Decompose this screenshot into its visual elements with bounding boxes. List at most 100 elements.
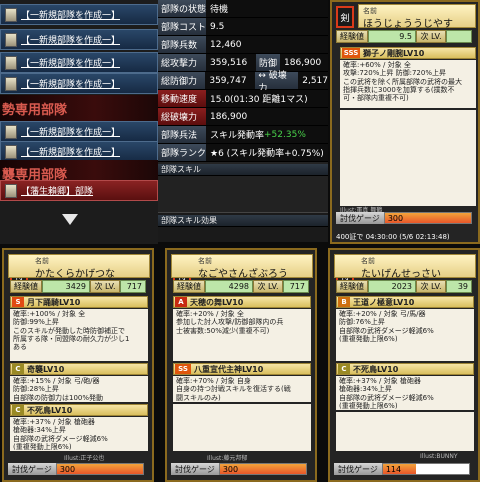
slot-icon (5, 144, 17, 159)
warlord-name: かたくらかげつな (35, 269, 115, 280)
slot-label[interactable]: 【一新規部隊を作成一】 (21, 125, 120, 138)
create-unit-slot[interactable]: 【一新規部隊を作成一】 (0, 4, 158, 25)
skill-rate-value: +52.35% (264, 129, 306, 140)
skill-title: C 奇襲LV10 (10, 363, 148, 375)
warlord-card[interactable]: 特 名前 かたくらかげつな 経験値 3429 次 LV. 717 S月下踊騎LV… (2, 248, 154, 482)
create-unit-slot[interactable]: 【一新規部隊を作成一】 (0, 29, 158, 50)
stat-label: 部隊兵数 (158, 36, 206, 53)
warlord-name: たいげんせっさい (361, 269, 441, 280)
gauge-bar: 114 (381, 463, 470, 475)
stat-value: 9.5 (206, 18, 328, 35)
slot-icon (5, 32, 17, 47)
unit-skill-effect-area: 部隊スキル効果 (158, 212, 328, 242)
stat-label: 総破壊力 (158, 108, 206, 125)
exp-row: 経験値 2023 次 LV. 39 (336, 280, 472, 293)
slot-icon (5, 76, 17, 91)
next-lv-label: 次 LV. (416, 280, 446, 293)
skill-slot-empty (336, 412, 474, 451)
card-emblem-icon: 剣 (336, 6, 354, 28)
raid-gauge: 討伐ゲージ 300 (171, 463, 307, 475)
slot-label[interactable]: 【一新規部隊を作成一】 (21, 77, 120, 90)
skill-description: 確率:+100% / 対象 全 防御:99%上昇 このスキルが発動した時防御補正… (10, 309, 148, 361)
skill-description: 確率:+20% / 対象 弓/馬/器 防御:76%上昇 自部隊の武将ダメージ軽減… (336, 309, 474, 361)
stat-label: 部隊の状態 (158, 0, 206, 17)
gauge-label: 討伐ゲージ (8, 463, 56, 475)
skill-description: 確率:+70% / 対象 自身 自身の持つ討戦スキルを復活する(戦 闘スキルのみ… (173, 376, 311, 402)
skill-description: 確率:+20% / 対象 全 参加した討人攻撃/防御部隊内の兵 士被害数:50%… (173, 309, 311, 361)
stat-label: 移動速度 (158, 90, 206, 107)
slot-label[interactable]: 【一新規部隊を作成一】 (21, 145, 120, 158)
create-unit-slot[interactable]: 【一新規部隊を作成一】 (0, 121, 158, 142)
skill-rank-badge: S (12, 297, 24, 307)
skill-title: C 不死鳥LV10 (336, 363, 474, 375)
skill-description: 確率:+37% / 対象 槍砲器 槍砲器:34%上昇 自部隊の武将ダメージ軽減6… (10, 417, 148, 451)
skill-name: 奇襲LV10 (27, 364, 65, 374)
stat-value: 359,516 (206, 54, 256, 71)
stat-value: 15.0(01:30 距離1マス) (206, 90, 328, 107)
exp-label: 経験値 (10, 280, 42, 293)
next-lv-label: 次 LV. (253, 280, 283, 293)
unit-skill-effect-header: 部隊スキル効果 (158, 215, 328, 227)
unit-list-panel: 【一新規部隊を作成一】 【一新規部隊を作成一】 【一新規部隊を作成一】 【一新規… (0, 0, 158, 244)
skill-title: SSS 獅子ノ剛腕LV10 (340, 47, 476, 59)
skill-title: S 月下踊騎LV10 (10, 296, 148, 308)
gauge-label: 討伐ゲージ (334, 463, 382, 475)
stat-value: 12,460 (206, 36, 328, 53)
next-lv-value: 717 (283, 280, 309, 293)
create-unit-slot[interactable]: 【一新規部隊を作成一】 (0, 73, 158, 94)
gauge-label: 討伐ゲージ (171, 463, 219, 475)
skill-name: 天穂の舞LV10 (190, 297, 244, 307)
skill-description: 確率:+37% / 対象 槍砲器 槍砲器:34%上昇 自部隊の武将ダメージ軽減6… (336, 376, 474, 410)
create-unit-slot[interactable]: 【一新規部隊を作成一】 (0, 52, 158, 73)
raid-unit-slot[interactable]: 【藩生賴卿】部隊 (0, 180, 158, 201)
exp-row: 経験値 4298 次 LV. 717 (173, 280, 309, 293)
skill-rank-badge: B (338, 297, 350, 307)
warlord-name: なごやさんざぶろう (198, 269, 288, 280)
slot-label[interactable]: 【藩生賴卿】部隊 (21, 184, 93, 197)
name-box: 名前 たいげんせっさい (334, 254, 476, 280)
stat-label: 総防御力 (158, 72, 206, 89)
slot-label[interactable]: 【一新規部隊を作成一】 (21, 33, 120, 46)
exp-row: 経験値 9.5 次 LV. (336, 30, 472, 43)
stat-sub-value: 2,517 (298, 72, 328, 89)
raid-gauge: 討伐ゲージ 114 (334, 463, 470, 475)
scroll-down-arrow-icon[interactable] (62, 214, 78, 225)
warlord-card[interactable]: 剣 名前 ほうじょううじやす 経験値 9.5 次 LV. SSS 獅子ノ剛腕LV1… (330, 0, 480, 244)
slot-icon (5, 183, 17, 198)
skill-rank-badge: SSS (342, 48, 360, 58)
unit-skill-header: 部隊スキル (158, 164, 328, 176)
illust-credit: Illust:正子公也 (64, 455, 105, 462)
exp-label: 経験値 (336, 280, 368, 293)
stat-value: 待機 (206, 0, 328, 17)
skill-name: 月下踊騎LV10 (27, 297, 81, 307)
exp-value: 2023 (368, 280, 416, 293)
name-box: 名前 なごやさんざぶろう (171, 254, 313, 280)
stat-sub-label: ↔ 破壊力 (255, 71, 299, 94)
gauge-bar: 300 (55, 463, 144, 475)
gauge-label: 討伐ゲージ (336, 212, 384, 224)
skill-name: 獅子ノ剛腕LV10 (363, 48, 425, 58)
skill-title: SS 八重宣代主神LV10 (173, 363, 311, 375)
gauge-value: 300 (59, 465, 76, 474)
stat-label: 部隊コスト (158, 18, 206, 35)
warlord-card[interactable]: 特 名前 たいげんせっさい 経験値 2023 次 LV. 39 B王道ノ極意LV… (328, 248, 480, 482)
stat-value: 359,747 (205, 72, 256, 89)
gauge-bar: 300 (218, 463, 307, 475)
slot-icon (5, 55, 17, 70)
gauge-value: 300 (222, 465, 239, 474)
slot-label[interactable]: 【一新規部隊を作成一】 (21, 8, 120, 21)
create-unit-slot[interactable]: 【一新規部隊を作成一】 (0, 141, 158, 162)
skill-name: 八重宣代主神LV10 (194, 364, 264, 374)
warlord-card[interactable]: 特 名前 なごやさんざぶろう 経験値 4298 次 LV. 717 A天穂の舞L… (165, 248, 317, 482)
next-lv-label: 次 LV. (90, 280, 120, 293)
slot-label[interactable]: 【一新規部隊を作成一】 (21, 56, 120, 69)
next-lv-label: 次 LV. (416, 30, 446, 43)
exp-row: 経験値 3429 次 LV. 717 (10, 280, 146, 293)
exp-value: 9.5 (368, 30, 416, 43)
skill-description: 確率:+60% / 対象 全 攻撃:720%上昇 防御:720%上昇 この武将を… (340, 60, 476, 108)
skill-name: 不死鳥LV10 (27, 405, 73, 415)
stat-value: スキル発動率 +52.35% (206, 126, 328, 143)
skill-title: A 天穂の舞LV10 (173, 296, 311, 308)
skill-rank-badge: C (12, 364, 24, 374)
gauge-value: 114 (385, 465, 402, 474)
